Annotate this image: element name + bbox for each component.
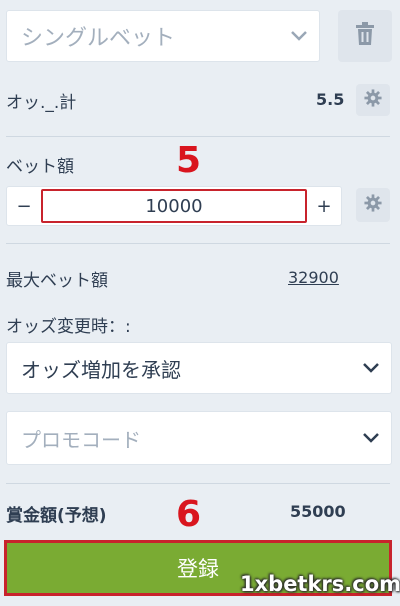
divider [6,483,390,484]
odds-change-value: オッズ増加を承認 [21,357,181,382]
gear-icon [364,89,382,111]
bet-type-select[interactable]: シングルベット [6,10,320,62]
odds-value: 5.5 [316,90,345,109]
register-button-label: 登録 [177,557,219,581]
chevron-down-icon [279,11,319,61]
decrease-stake-button[interactable]: − [7,196,41,217]
promo-code-field[interactable]: プロモコード [6,411,392,465]
stake-settings-button[interactable] [356,188,390,222]
odds-settings-button[interactable] [356,84,390,116]
odds-label: オッ._.計 [6,93,77,113]
divider [6,243,390,244]
chevron-down-icon [351,412,391,464]
delete-bet-button[interactable] [338,10,392,62]
step-6-annotation: 6 [176,494,202,535]
stake-input[interactable]: 10000 [41,189,307,223]
increase-stake-button[interactable]: + [307,196,341,217]
watermark-text: 1xbetkrs.com [240,572,400,596]
odds-change-label: オッズ変更時：: [6,317,131,337]
bet-type-value: シングルベット [21,26,176,51]
max-bet-label: 最大ベット額 [6,271,108,291]
max-bet-link[interactable]: 32900 [288,268,339,287]
odds-change-select[interactable]: オッズ増加を承認 [6,342,392,394]
divider [6,136,390,137]
step-5-annotation: 5 [176,140,202,181]
gear-icon [364,194,382,216]
trash-icon [354,22,376,50]
stake-label: ベット額 [6,157,74,177]
promo-code-placeholder: プロモコード [21,427,141,452]
payout-value: 55000 [290,502,346,521]
chevron-down-icon [351,343,391,393]
payout-label: 賞金額(予想) [6,506,107,526]
stake-control: − 10000 + [6,186,342,226]
